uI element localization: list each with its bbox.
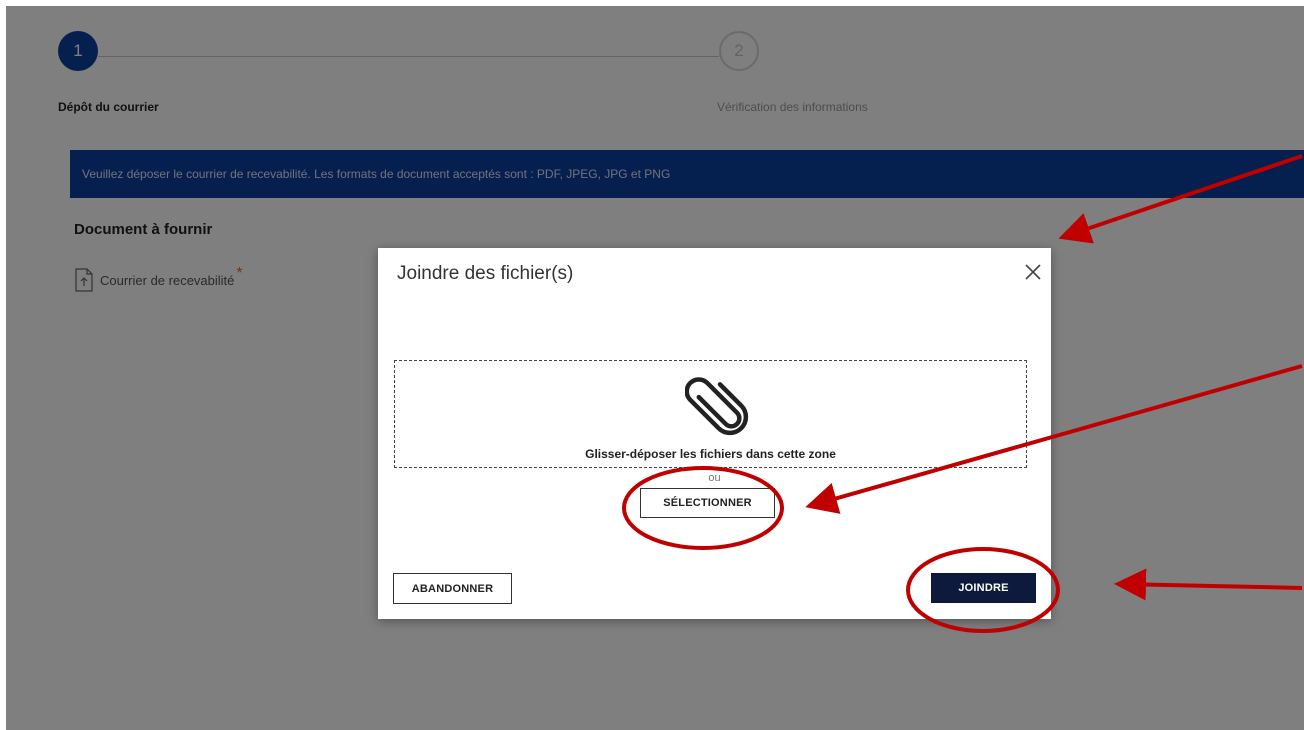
file-dropzone[interactable]: Glisser-déposer les fichiers dans cette … bbox=[394, 360, 1027, 468]
close-icon[interactable] bbox=[1023, 262, 1043, 282]
or-separator: ou bbox=[708, 472, 721, 484]
attach-files-modal: Joindre des fichier(s) Glisser-déposer l… bbox=[378, 248, 1051, 619]
paperclip-icon bbox=[684, 371, 755, 443]
dropzone-text: Glisser-déposer les fichiers dans cette … bbox=[585, 447, 836, 461]
cancel-button[interactable]: ABANDONNER bbox=[393, 573, 512, 604]
modal-title: Joindre des fichier(s) bbox=[397, 263, 574, 284]
join-button[interactable]: JOINDRE bbox=[931, 573, 1036, 603]
select-files-button[interactable]: SÉLECTIONNER bbox=[640, 488, 775, 518]
